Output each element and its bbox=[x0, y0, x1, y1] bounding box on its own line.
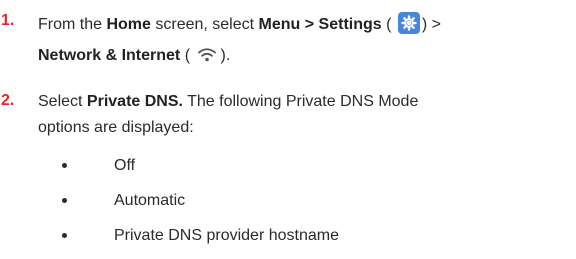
wifi-icon bbox=[198, 48, 217, 62]
emphasis-home: Home bbox=[106, 16, 151, 33]
option-label: Automatic bbox=[114, 192, 186, 209]
step-text-line: Network & Internet ( ). bbox=[38, 46, 230, 66]
text: Select bbox=[38, 93, 87, 110]
text: From the bbox=[38, 16, 107, 33]
bullet bbox=[62, 198, 67, 203]
step-text-line: From the Home screen, select Menu > Sett… bbox=[38, 12, 441, 35]
emphasis-network-internet: Network & Internet bbox=[38, 47, 181, 64]
text: options are displayed: bbox=[38, 119, 194, 136]
gear-icon bbox=[397, 12, 420, 34]
emphasis-private-dns: Private DNS. bbox=[86, 93, 183, 110]
option-label: Off bbox=[114, 157, 136, 174]
emphasis-menu-settings: Menu > Settings bbox=[258, 16, 382, 33]
step-number: 1. bbox=[1, 12, 15, 29]
option-label: Private DNS provider hostname bbox=[114, 227, 339, 244]
step-text-line: Select Private DNS. The following Privat… bbox=[38, 92, 418, 112]
text: ( bbox=[180, 47, 191, 64]
bullet bbox=[62, 163, 67, 168]
bullet bbox=[62, 233, 67, 238]
text: ). bbox=[220, 47, 231, 64]
step-text-line: options are displayed: bbox=[38, 118, 194, 138]
text: screen, select bbox=[150, 16, 259, 33]
text: The following Private DNS Mode bbox=[182, 93, 419, 110]
text: ( bbox=[381, 16, 392, 33]
text: ) > bbox=[421, 16, 442, 33]
step-number: 2. bbox=[1, 92, 15, 109]
